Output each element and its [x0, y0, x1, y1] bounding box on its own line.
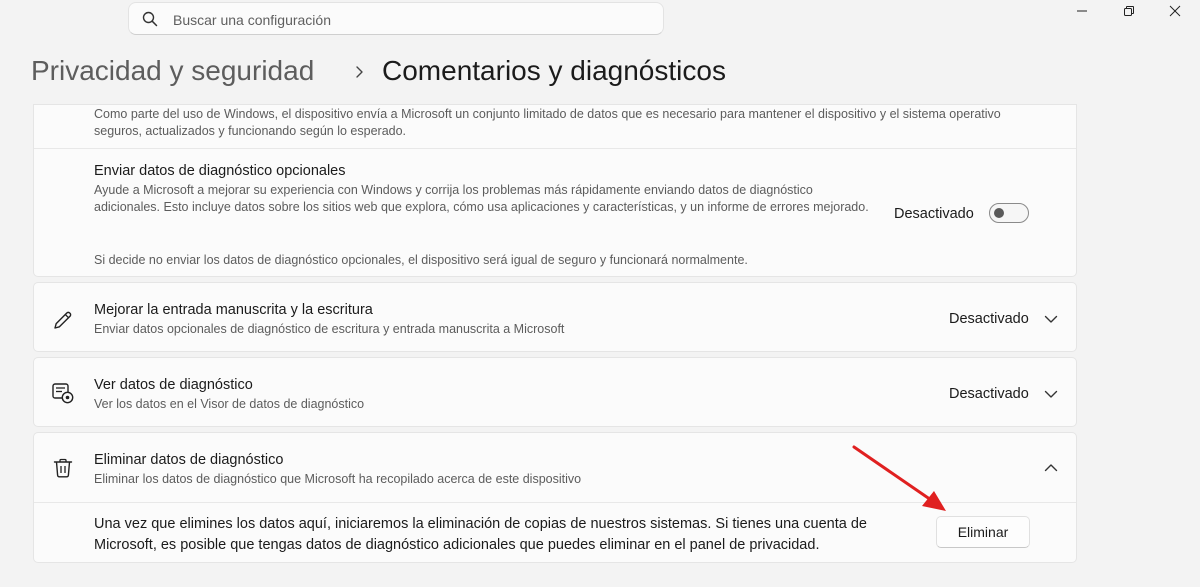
restore-icon: [1124, 6, 1134, 16]
chevron-up-icon[interactable]: [1044, 461, 1058, 479]
restore-button[interactable]: [1106, 0, 1152, 22]
optional-data-state: Desactivado: [894, 206, 974, 222]
minimize-button[interactable]: [1059, 0, 1105, 22]
optional-data-note: Si decide no enviar los datos de diagnós…: [94, 253, 748, 267]
divider: [34, 148, 1076, 149]
annotation-arrow-icon: [852, 445, 946, 511]
minimize-icon: [1077, 10, 1087, 12]
breadcrumb-parent[interactable]: Privacidad y seguridad: [31, 55, 314, 87]
toggle-knob: [994, 208, 1004, 218]
diagnostic-viewer-icon: [51, 381, 75, 410]
inking-subtitle: Enviar datos opcionales de diagnóstico d…: [94, 322, 565, 336]
search-input[interactable]: [171, 7, 645, 33]
search-icon: [142, 11, 158, 32]
close-icon: [1169, 5, 1181, 17]
chevron-down-icon[interactable]: [1044, 387, 1058, 405]
search-box[interactable]: [128, 2, 664, 35]
view-data-subtitle: Ver los datos en el Visor de datos de di…: [94, 397, 365, 411]
required-data-description: Como parte del uso de Windows, el dispos…: [94, 107, 1001, 138]
trash-icon: [52, 457, 74, 484]
inking-title: Mejorar la entrada manuscrita y la escri…: [94, 302, 373, 318]
view-data-state: Desactivado: [949, 386, 1029, 402]
page-title: Comentarios y diagnósticos: [382, 55, 726, 86]
optional-data-description: Ayude a Microsoft a mejorar su experienc…: [94, 183, 869, 214]
optional-data-toggle[interactable]: [989, 203, 1029, 223]
optional-data-title: Enviar datos de diagnóstico opcionales: [94, 163, 346, 179]
chevron-right-icon: [354, 64, 366, 85]
delete-data-body: Una vez que elimines los datos aquí, ini…: [94, 516, 867, 553]
delete-data-subtitle: Eliminar los datos de diagnóstico que Mi…: [94, 472, 582, 486]
view-data-title: Ver datos de diagnóstico: [94, 377, 253, 393]
inking-state: Desactivado: [949, 311, 1029, 327]
chevron-down-icon[interactable]: [1044, 312, 1058, 330]
pen-icon: [52, 309, 74, 336]
close-button[interactable]: [1152, 0, 1198, 22]
delete-data-title: Eliminar datos de diagnóstico: [94, 452, 284, 468]
